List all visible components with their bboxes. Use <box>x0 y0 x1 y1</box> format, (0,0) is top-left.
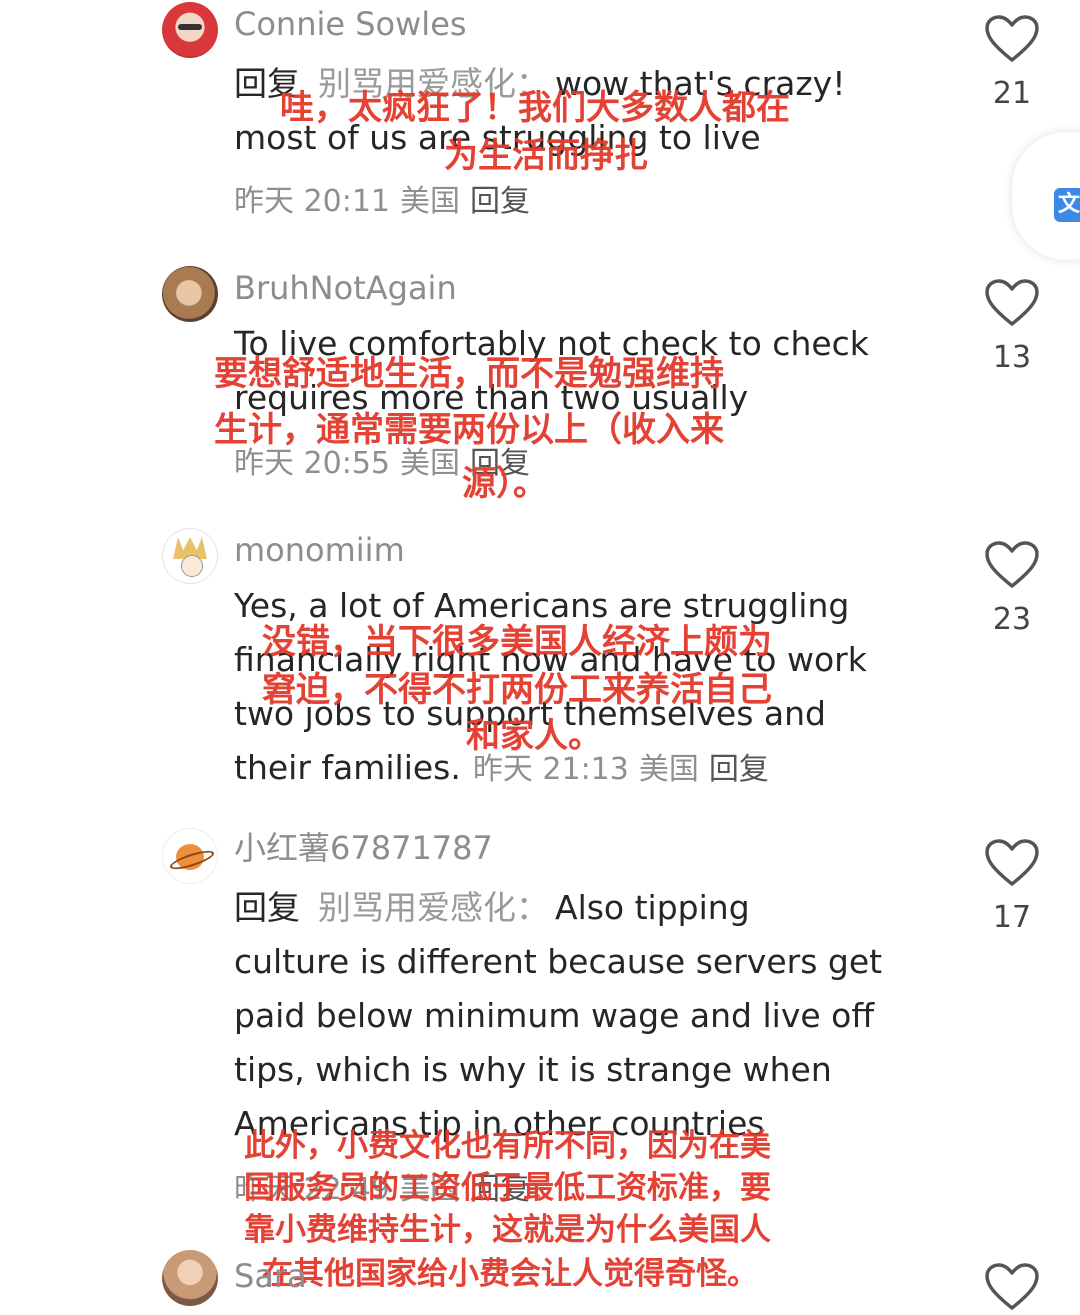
reply-button[interactable]: 回复 <box>709 752 769 787</box>
reply-target[interactable]: 别骂用爱感化： <box>318 888 549 927</box>
translation-overlay-line: 和家人。 <box>466 716 602 756</box>
comment-meta: 昨天 20:11 美国 回复 <box>234 180 540 224</box>
avatar[interactable] <box>162 2 218 58</box>
comment-text-line: 回复 别骂用爱感化： Also tipping <box>234 886 750 930</box>
comment-text-line: paid below minimum wage and live off <box>234 996 875 1035</box>
like-count: 17 <box>992 900 1032 935</box>
heart-icon[interactable] <box>984 838 1040 888</box>
reply-prefix: 回复 <box>234 888 300 927</box>
translate-icon: 文 <box>1054 188 1080 222</box>
translation-overlay-line: 源）。 <box>462 464 547 504</box>
avatar[interactable] <box>162 528 218 584</box>
translation-overlay-line: 生计，通常需要两份以上（收入来 <box>214 410 724 450</box>
comment-text-line: tips, which is why it is strange when <box>234 1050 832 1089</box>
translation-overlay-line: 国服务员的工资低于最低工资标准，要 <box>244 1170 771 1206</box>
translation-overlay-line: 要想舒适地生活，而不是勉强维持 <box>214 354 724 394</box>
comment-text: Also tipping <box>555 888 750 927</box>
comment-time: 昨天 20:11 <box>234 184 390 219</box>
comment-text-line: culture is different because servers get <box>234 942 883 981</box>
translation-overlay-line: 此外，小费文化也有所不同，因为在美 <box>244 1128 771 1164</box>
heart-icon[interactable] <box>984 1262 1040 1312</box>
translation-overlay-line: 没错，当下很多美国人经济上颇为 <box>262 622 772 662</box>
translation-overlay-line: 靠小费维持生计，这就是为什么美国人 <box>244 1212 771 1248</box>
like-count: 23 <box>992 602 1032 637</box>
like-count: 21 <box>992 76 1032 111</box>
translation-overlay-line: 窘迫，不得不打两份工来养活自己 <box>262 670 772 710</box>
like-count: 13 <box>992 340 1032 375</box>
avatar[interactable] <box>162 828 218 884</box>
heart-icon[interactable] <box>984 278 1040 328</box>
heart-icon[interactable] <box>984 540 1040 590</box>
comment-username[interactable]: monomiim <box>234 530 405 570</box>
translation-overlay-line: 为生活而挣扎 <box>444 136 648 176</box>
comment-username[interactable]: Connie Sowles <box>234 4 467 44</box>
avatar[interactable] <box>162 1250 218 1306</box>
comment-username[interactable]: 小红薯67871787 <box>234 828 493 868</box>
comment-username[interactable]: Sara <box>234 1256 307 1296</box>
heart-icon[interactable] <box>984 14 1040 64</box>
comment-location: 美国 <box>638 752 699 787</box>
reply-button[interactable]: 回复 <box>470 184 530 219</box>
comment-location: 美国 <box>400 184 460 219</box>
translation-overlay-line: 哇，太疯狂了！我们大多数人都在 <box>280 88 790 128</box>
comment-username[interactable]: BruhNotAgain <box>234 268 457 308</box>
translation-overlay-line: 在其他国家给小费会让人觉得奇怪。 <box>262 1256 758 1292</box>
comment-text: their families. <box>234 748 461 787</box>
avatar[interactable] <box>162 266 218 322</box>
